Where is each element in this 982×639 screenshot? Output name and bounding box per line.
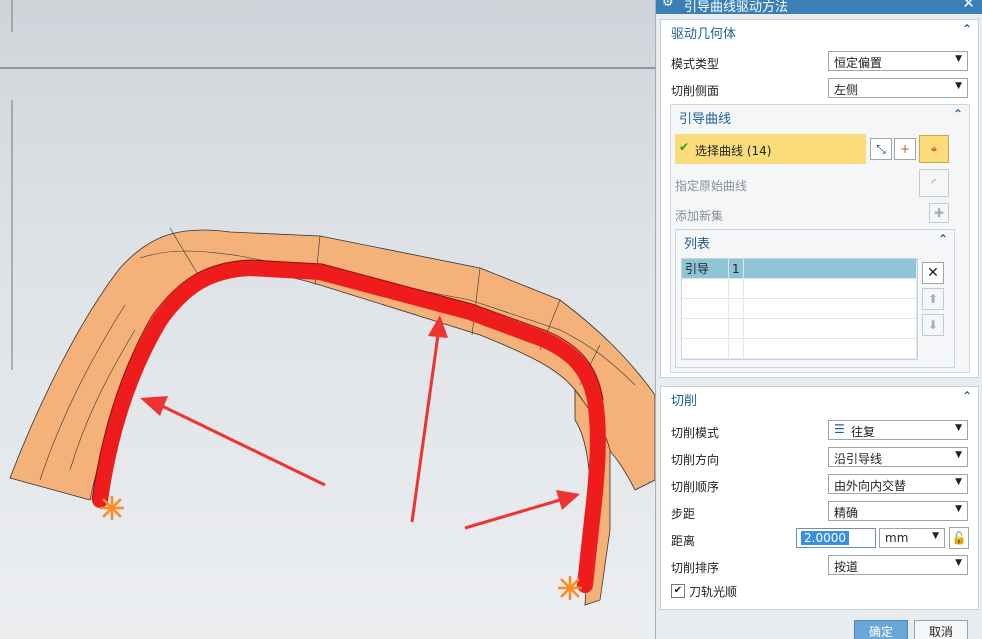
list-item-value [743, 259, 917, 279]
chevron-down-icon: ▼ [955, 81, 962, 91]
curve-select-tool-button[interactable]: ⌖ [919, 135, 949, 163]
cut-mode-label: 切削模式 [671, 426, 720, 440]
guide-curve-drive-dialog: ⚙ 引导曲线驱动方法 ✕ 驱动几何体 ⌃ 模式类型 恒定偏置 ▼ 切削侧面 左侧… [655, 0, 982, 639]
dialog-title: 引导曲线驱动方法 [684, 0, 789, 15]
chevron-down-icon: ▼ [955, 423, 962, 433]
curve-rule-button[interactable]: + [894, 138, 916, 160]
select-curve-row[interactable]: ✔ 选择曲线 (14) [675, 134, 866, 164]
list-item[interactable] [682, 298, 917, 319]
start-marker-icon [558, 576, 582, 600]
arrow-down-icon: ⬇ [927, 318, 939, 332]
cancel-button[interactable]: 取消 [914, 620, 968, 639]
dialog-titlebar: ⚙ 引导曲线驱动方法 ✕ [656, 0, 982, 15]
cut-sort-value: 按道 [834, 560, 859, 574]
chevron-down-icon: ▼ [955, 450, 962, 460]
distance-label: 距离 [671, 534, 696, 548]
distance-unit-value: mm [885, 531, 909, 545]
lock-button[interactable]: 🔓 [949, 527, 969, 549]
delete-item-button[interactable]: ✕ [922, 262, 944, 284]
start-marker-icon [100, 496, 124, 520]
mode-type-select[interactable]: 恒定偏置 ▼ [828, 51, 968, 71]
collapse-caret-icon[interactable]: ⌃ [938, 232, 948, 246]
specify-origin-curve-label: 指定原始曲线 [675, 179, 748, 193]
mode-type-label: 模式类型 [671, 57, 720, 71]
ok-button[interactable]: 确定 [854, 620, 908, 639]
smooth-path-checkbox[interactable]: ✔ [671, 584, 685, 598]
origin-curve-icon: ◜ [931, 176, 937, 190]
chevron-down-icon: ▼ [955, 504, 962, 514]
guide-curves-title: 引导曲线 [679, 112, 732, 127]
delete-x-icon: ✕ [927, 265, 939, 281]
cutting-group: 切削 ⌃ 切削模式 ☰ 往复 ▼ 切削方向 沿引导线 ▼ 切削顺序 由外向内交替… [660, 386, 979, 610]
reverse-direction-button[interactable]: ⤡ [870, 138, 892, 160]
gear-icon[interactable]: ⚙ [662, 0, 674, 10]
cutting-header[interactable]: 切削 ⌃ [661, 387, 978, 409]
list-header[interactable]: 列表 ⌃ [676, 230, 954, 252]
cut-direction-label: 切削方向 [671, 453, 720, 467]
chevron-down-icon: ▼ [955, 558, 962, 568]
list-item-index: 1 [728, 259, 744, 279]
mode-type-value: 恒定偏置 [834, 56, 883, 70]
cut-sort-label: 切削排序 [671, 561, 720, 575]
add-new-set-label: 添加新集 [675, 209, 724, 223]
cut-order-select[interactable]: 由外向内交替 ▼ [828, 474, 968, 494]
move-down-button[interactable]: ⬇ [922, 314, 944, 336]
zigzag-icon: ☰ [834, 422, 845, 436]
cut-mode-select[interactable]: ☰ 往复 ▼ [828, 420, 968, 440]
list-item[interactable]: 引导 1 [682, 259, 917, 279]
select-curve-label: 选择曲线 (14) [695, 144, 772, 158]
cut-order-value: 由外向内交替 [834, 479, 907, 493]
add-set-icon: ✚ [933, 206, 945, 220]
cut-side-label: 切削侧面 [671, 84, 720, 98]
chevron-down-icon: ▼ [955, 477, 962, 487]
move-up-button[interactable]: ⬆ [922, 288, 944, 310]
add-curve-icon: + [899, 142, 911, 156]
stepover-value: 精确 [834, 506, 859, 520]
graphics-viewport[interactable] [0, 0, 655, 639]
collapse-caret-icon[interactable]: ⌃ [953, 107, 963, 121]
lock-icon: 🔓 [951, 531, 967, 545]
drive-geometry-title: 驱动几何体 [671, 27, 737, 42]
arrow-up-icon: ⬆ [927, 292, 939, 306]
drive-geometry-group: 驱动几何体 ⌃ 模式类型 恒定偏置 ▼ 切削侧面 左侧 ▼ 引导曲线 ⌃ ✔ 选… [660, 19, 979, 378]
specify-origin-curve-button[interactable]: ◜ [919, 169, 949, 197]
stepover-label: 步距 [671, 507, 696, 521]
model-scene [0, 0, 655, 606]
cut-direction-select[interactable]: 沿引导线 ▼ [828, 447, 968, 467]
guide-curves-group: 引导曲线 ⌃ ✔ 选择曲线 (14) ⤡ + ⌖ 指定原始曲线 ◜ 添加新集 ✚… [670, 104, 970, 373]
cut-direction-value: 沿引导线 [834, 452, 883, 466]
chevron-down-icon: ▼ [955, 54, 962, 64]
distance-input[interactable]: 2.0000 [796, 528, 876, 548]
list-item[interactable] [682, 278, 917, 299]
reverse-arrows-icon: ⤡ [876, 141, 886, 156]
chevron-down-icon: ▼ [932, 531, 939, 541]
cut-side-value: 左侧 [834, 83, 859, 97]
checkmark-icon: ✔ [679, 140, 690, 154]
list-table: 引导 1 [681, 258, 918, 360]
list-item-name: 引导 [682, 259, 729, 279]
drive-geometry-header[interactable]: 驱动几何体 ⌃ [661, 20, 978, 42]
add-new-set-button[interactable]: ✚ [929, 203, 949, 223]
cut-side-select[interactable]: 左侧 ▼ [828, 78, 968, 98]
distance-unit-select[interactable]: mm ▼ [879, 528, 945, 548]
smooth-path-label: 刀轨光顺 [689, 585, 738, 599]
cut-order-label: 切削顺序 [671, 480, 720, 494]
collapse-caret-icon[interactable]: ⌃ [962, 22, 972, 36]
curve-select-icon: ⌖ [930, 141, 938, 156]
guide-curves-header[interactable]: 引导曲线 ⌃ [671, 105, 969, 127]
stepover-select[interactable]: 精确 ▼ [828, 501, 968, 521]
collapse-caret-icon[interactable]: ⌃ [962, 389, 972, 403]
cut-mode-value: 往复 [851, 425, 876, 439]
close-icon[interactable]: ✕ [962, 0, 975, 12]
list-group: 列表 ⌃ 引导 1 ✕ ⬆ ⬇ [675, 229, 955, 368]
list-item[interactable] [682, 338, 917, 359]
list-title: 列表 [684, 237, 711, 252]
cut-sort-select[interactable]: 按道 ▼ [828, 555, 968, 575]
list-item[interactable] [682, 318, 917, 339]
distance-value: 2.0000 [801, 531, 849, 545]
cutting-title: 切削 [671, 394, 698, 409]
